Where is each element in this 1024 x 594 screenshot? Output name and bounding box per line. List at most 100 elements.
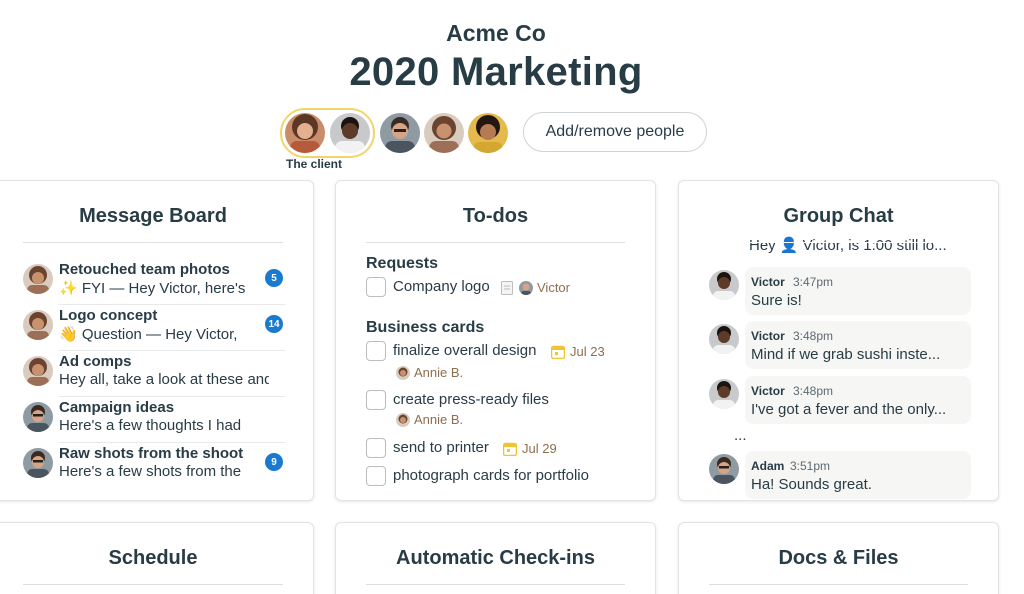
chat-message[interactable]: Victor 3:47pm Sure is!	[709, 267, 971, 315]
calendar-icon	[503, 442, 517, 456]
chat-author: Victor	[751, 275, 785, 289]
avatar	[23, 356, 53, 386]
message-title: Raw shots from the shoot	[59, 445, 244, 462]
avatar[interactable]	[380, 113, 420, 153]
message-excerpt: Here's a few thoughts I had	[59, 417, 242, 434]
todos-card[interactable]: To-dos Requests Company logo Victor Busi…	[335, 180, 656, 501]
avatar	[709, 270, 739, 300]
message-excerpt: Hey all, take a look at these and	[59, 371, 269, 388]
chat-timestamp: 3:47pm	[793, 275, 834, 289]
chat-message[interactable]: Victor 3:48pm Mind if we grab sushi inst…	[709, 321, 971, 369]
group-chat-card[interactable]: Group Chat Hey 👤 Victor, is 1:00 still l…	[678, 180, 999, 501]
list-item[interactable]: Retouched team photos ✨ FYI — Hey Victor…	[23, 259, 285, 305]
chat-author: Adam	[751, 459, 785, 473]
message-board-card[interactable]: Message Board Retouched team photos ✨ FY…	[0, 180, 314, 501]
card-title[interactable]: Message Board	[0, 205, 313, 228]
divider	[366, 242, 625, 243]
todo-list-title[interactable]: Requests	[366, 255, 438, 273]
avatar[interactable]	[424, 113, 464, 153]
todo-checkbox[interactable]	[366, 277, 386, 297]
due-date-text: Jul 29	[522, 441, 557, 456]
todo-text[interactable]: create press-ready files	[393, 391, 549, 408]
avatar[interactable]	[330, 113, 370, 153]
todo-list-title[interactable]: Business cards	[366, 319, 484, 337]
checkins-card[interactable]: Automatic Check-ins	[335, 522, 656, 594]
message-excerpt: Here's a few shots from the	[59, 463, 242, 480]
avatar	[23, 402, 53, 432]
chat-bubble: Victor 3:47pm Sure is!	[745, 267, 971, 315]
todo-text[interactable]: photograph cards for portfolio	[393, 467, 589, 484]
message-title: Logo concept	[59, 307, 158, 324]
add-remove-people-button[interactable]: Add/remove people	[523, 112, 707, 152]
todo-due-date: Jul 23	[551, 344, 605, 359]
project-title: 2020 Marketing	[349, 50, 643, 94]
calendar-icon	[551, 345, 565, 359]
todo-text[interactable]: finalize overall design	[393, 342, 536, 359]
chat-bubble: Victor 3:48pm Mind if we grab sushi inst…	[745, 321, 971, 369]
unread-badge: 5	[265, 269, 283, 287]
avatar	[709, 379, 739, 409]
company-name: Acme Co	[446, 20, 546, 46]
todo-assignee: Annie B.	[396, 365, 463, 380]
avatar[interactable]	[468, 113, 508, 153]
todo-checkbox[interactable]	[366, 466, 386, 486]
avatar	[709, 454, 739, 484]
client-label: The client	[286, 157, 343, 171]
card-title[interactable]: Automatic Check-ins	[336, 547, 655, 570]
chat-message[interactable]: Adam 3:51pm Ha! Sounds great.	[709, 451, 971, 499]
card-title[interactable]: Group Chat	[679, 205, 998, 228]
list-item[interactable]: Logo concept 👋 Question — Hey Victor, 14	[23, 305, 285, 351]
message-excerpt: 👋 Question — Hey Victor,	[59, 326, 238, 343]
document-icon	[501, 280, 513, 295]
todo-assignee: Annie B.	[396, 412, 463, 427]
message-excerpt: ✨ FYI — Hey Victor, here's	[59, 280, 246, 297]
avatar	[709, 324, 739, 354]
chat-clipped-message: Hey 👤 Victor, is 1:00 still lo...	[749, 237, 947, 254]
avatar	[23, 310, 53, 340]
divider	[23, 584, 283, 585]
message-title: Ad comps	[59, 353, 132, 370]
unread-badge: 14	[265, 315, 283, 333]
assignee-name: Annie B.	[414, 365, 464, 380]
divider	[366, 584, 625, 585]
assignee-name: Annie B.	[414, 412, 464, 427]
schedule-card[interactable]: Schedule	[0, 522, 314, 594]
message-title: Retouched team photos	[59, 261, 230, 278]
docs-files-card[interactable]: Docs & Files	[678, 522, 999, 594]
todo-checkbox[interactable]	[366, 438, 386, 458]
message-title: Campaign ideas	[59, 399, 175, 416]
chat-text: Ha! Sounds great.	[751, 476, 872, 493]
card-title[interactable]: Schedule	[0, 547, 313, 570]
card-title[interactable]: To-dos	[336, 205, 655, 228]
todo-text[interactable]: Company logo	[393, 278, 490, 295]
chat-message[interactable]: Victor 3:48pm I've got a fever and the o…	[709, 376, 971, 424]
chat-timestamp: 3:48pm	[793, 329, 834, 343]
todo-due-date: Jul 29	[503, 441, 557, 456]
todo-text[interactable]: send to printer	[393, 439, 489, 456]
card-title[interactable]: Docs & Files	[679, 547, 998, 570]
list-item[interactable]: Ad comps Hey all, take a look at these a…	[23, 351, 285, 397]
chat-author: Victor	[751, 384, 785, 398]
chat-text: Mind if we grab sushi inste...	[751, 346, 941, 363]
todo-checkbox[interactable]	[366, 390, 386, 410]
avatar	[23, 448, 53, 478]
avatar	[396, 365, 410, 380]
chat-text: I've got a fever and the only...	[751, 401, 947, 418]
chat-ellipsis: ...	[734, 427, 747, 444]
chat-author: Victor	[751, 329, 785, 343]
chat-timestamp: 3:51pm	[790, 459, 831, 473]
divider	[709, 584, 968, 585]
chat-bubble: Adam 3:51pm Ha! Sounds great.	[745, 451, 971, 499]
unread-badge: 9	[265, 453, 283, 471]
assignee-name: Victor	[537, 280, 570, 295]
avatar[interactable]	[285, 113, 325, 153]
list-item[interactable]: Campaign ideas Here's a few thoughts I h…	[23, 397, 285, 443]
list-item[interactable]: Raw shots from the shoot Here's a few sh…	[23, 443, 285, 489]
avatar	[23, 264, 53, 294]
avatar	[396, 412, 410, 427]
todo-checkbox[interactable]	[366, 341, 386, 361]
chat-text: Sure is!	[751, 292, 802, 309]
due-date-text: Jul 23	[570, 344, 605, 359]
divider	[709, 242, 968, 243]
avatar	[519, 280, 533, 295]
